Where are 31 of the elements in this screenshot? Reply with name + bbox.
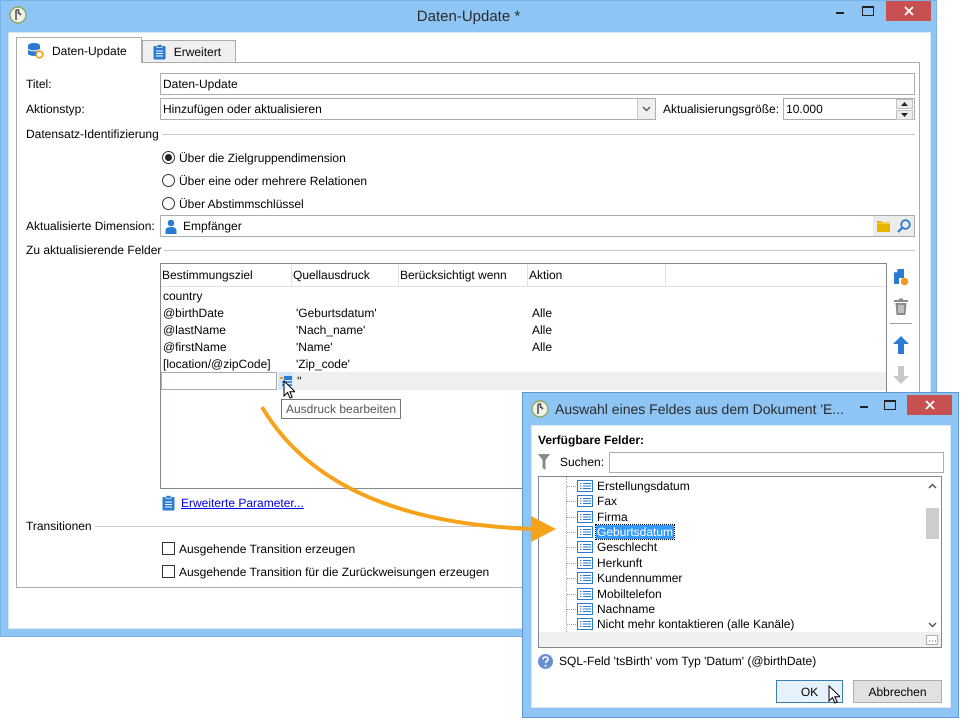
info-text: SQL-Feld 'tsBirth' vom Typ 'Datum' (@birthDate) [559,654,816,668]
table-cell-text: 'Geburtsdatum' [295,306,378,320]
section-heading: Transitionen [26,519,92,533]
table-cell-text: 'Name' [295,340,334,354]
field-label: Aktualisierungsgröße: [663,102,780,116]
table-cell-text: Alle [531,306,554,320]
field-label: Suchen: [560,455,604,469]
field-label: Titel: [26,77,53,91]
table-cell-text: 'Nach_name' [295,322,366,336]
table-cell-text: @birthDate [162,306,225,320]
dialog-title: Auswahl eines Feldes aus dem Dokument 'E... [555,401,844,417]
section-heading: Datensatz-Identifizierung [26,127,159,141]
table-cell-text: @firstName [162,340,228,354]
section-heading: Zu aktualisierende Felder [26,243,162,257]
field-label: Aktualisierte Dimension: [26,219,156,233]
table-cell-text: '' [296,374,302,388]
checkbox-label: Ausgehende Transition für die Zurückweisungen erzeugen [179,564,490,578]
radio-label: Über eine oder mehrere Relationen [179,174,368,188]
table-cell-text: country [162,288,204,302]
table-cell-text: @lastName [162,322,227,336]
section-heading: Verfügbare Felder: [538,432,646,448]
table-cell-text: 'Zip_code' [295,356,351,370]
table-cell-text: Alle [531,322,554,336]
radio-label: Über die Zielgruppendimension [179,150,346,164]
checkbox-label: Ausgehende Transition erzeugen [179,542,356,556]
field-label: Aktionstyp: [26,102,86,116]
radio-label: Über Abstimmschlüssel [179,196,304,210]
tooltip: Ausdruck bearbeiten [281,399,402,419]
window-title: Daten-Update * [416,8,520,25]
table-cell-text: [location/@zipCode] [162,356,272,370]
table-cell-text: Alle [531,340,554,354]
